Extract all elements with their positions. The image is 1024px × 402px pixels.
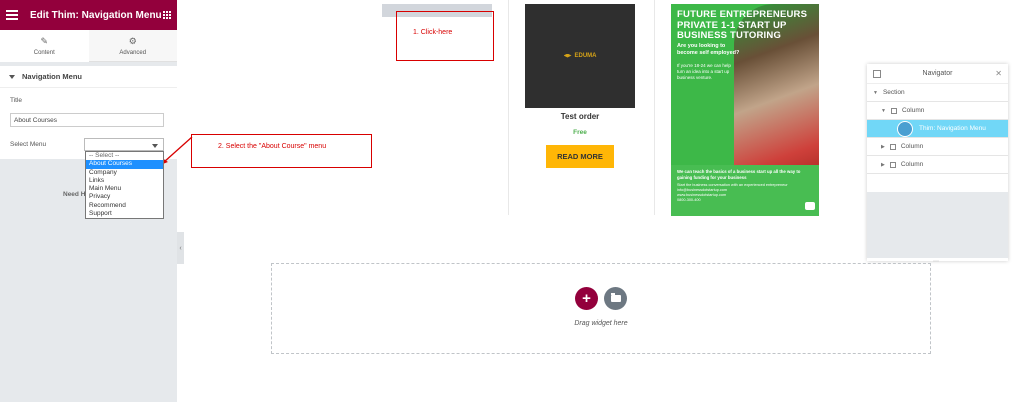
logo-text: EDUMA xyxy=(574,53,597,59)
minimize-icon[interactable] xyxy=(873,70,881,78)
folder-icon xyxy=(610,293,621,302)
globe-icon xyxy=(897,121,913,137)
navigator-item-column[interactable]: ▶ Column xyxy=(867,138,1008,156)
navigator-empty-area xyxy=(867,192,1008,258)
column-icon xyxy=(889,161,896,168)
navigator-item-column[interactable]: ▶ Column xyxy=(867,156,1008,174)
tab-content[interactable]: ✎ Content xyxy=(0,30,89,62)
ad-subtitle-detail: If you're 18-24 we can help turn an idea… xyxy=(677,63,731,80)
pencil-icon: ✎ xyxy=(40,36,49,46)
course-price: Free xyxy=(573,129,587,136)
chevron-left-icon: ‹ xyxy=(179,244,182,252)
plus-icon: + xyxy=(582,290,591,307)
ad-headline: FUTURE ENTREPRENEURS PRIVATE 1-1 START U… xyxy=(677,9,819,42)
widgets-grid-icon[interactable] xyxy=(163,11,171,19)
course-thumbnail[interactable]: EDUMA xyxy=(525,4,635,108)
option-privacy[interactable]: Privacy xyxy=(86,193,163,201)
navigator-item-column[interactable]: ▼ Column xyxy=(867,102,1008,120)
navigator-item-section[interactable]: ▼ Section xyxy=(867,84,1008,102)
caret-down-icon xyxy=(9,74,15,79)
column-icon xyxy=(890,107,897,114)
option-about-courses[interactable]: About Courses xyxy=(86,160,163,169)
tab-advanced[interactable]: ⚙ Advanced xyxy=(88,30,177,62)
navigator-item-label: Section xyxy=(882,89,905,96)
caret-down-icon: ▼ xyxy=(881,107,886,114)
navigator-item-label: Column xyxy=(900,161,924,168)
drag-widget-hint: Drag widget here xyxy=(574,320,628,327)
section-title-label: Navigation Menu xyxy=(22,72,83,81)
option-recommend[interactable]: Recommend xyxy=(86,202,163,210)
navigator-item-navigation-menu[interactable]: Thim: Navigation Menu xyxy=(867,120,1008,138)
panel-header: Edit Thim: Navigation Menu xyxy=(0,0,177,30)
caret-right-icon: ▶ xyxy=(881,143,885,150)
resize-handle-icon[interactable]: ⋯ xyxy=(933,258,939,265)
navigator-panel: Navigator ✕ ▼ Section ▼ Column Thim: Nav… xyxy=(867,64,1008,265)
navigator-item-label: Thim: Navigation Menu xyxy=(919,125,986,132)
need-help-link[interactable]: Need H xyxy=(63,191,85,198)
add-template-button[interactable] xyxy=(604,287,627,310)
ad-footer-text: Start the business conversation with an … xyxy=(677,183,813,203)
select-menu-options: -- Select -- About Courses Company Links… xyxy=(85,151,164,220)
caret-right-icon: ▶ xyxy=(881,161,885,168)
read-more-button[interactable]: READ MORE xyxy=(546,145,614,168)
navigator-item-label: Column xyxy=(901,107,925,114)
panel-title: Edit Thim: Navigation Menu xyxy=(30,9,162,21)
select-menu-label: Select Menu xyxy=(10,141,47,148)
ad-footer-line: 0800-300-400 xyxy=(677,198,701,202)
panel-collapse-handle[interactable]: ‹ xyxy=(177,232,184,264)
section-toggle[interactable]: Navigation Menu xyxy=(0,66,177,88)
add-section-button[interactable]: + xyxy=(575,287,598,310)
add-section-dropzone[interactable] xyxy=(271,263,931,354)
option-main-menu[interactable]: Main Menu xyxy=(86,185,163,193)
ad-subtitle: Are you looking to become self employed? xyxy=(677,43,740,56)
close-icon[interactable]: ✕ xyxy=(995,69,1002,78)
option-placeholder[interactable]: -- Select -- xyxy=(86,152,163,160)
navigator-title: Navigator xyxy=(922,70,953,77)
option-support[interactable]: Support xyxy=(86,210,163,218)
title-label: Title xyxy=(10,97,23,104)
select-menu-dropdown[interactable] xyxy=(84,138,164,151)
column-divider xyxy=(508,0,509,215)
eduma-logo: EDUMA xyxy=(563,53,597,59)
panel-tabs: ✎ Content ⚙ Advanced xyxy=(0,30,177,62)
advert-banner[interactable]: FUTURE ENTREPRENEURS PRIVATE 1-1 START U… xyxy=(671,4,819,216)
graduation-cap-icon xyxy=(563,53,572,58)
ad-headline-line: FUTURE ENTREPRENEURS xyxy=(677,9,808,20)
option-links[interactable]: Links xyxy=(86,177,163,185)
course-title[interactable]: Test order xyxy=(525,112,635,121)
ad-footer-headline: We can teach the basics of a business st… xyxy=(677,169,801,180)
annotation-select-menu: 2. Select the "About Course" menu xyxy=(191,134,372,168)
option-company[interactable]: Company xyxy=(86,169,163,177)
column-divider xyxy=(654,0,655,215)
tab-advanced-label: Advanced xyxy=(119,49,147,56)
annotation-click-here: 1. Click-here xyxy=(396,11,494,61)
column-icon xyxy=(889,143,896,150)
tab-content-label: Content xyxy=(33,50,55,56)
chat-icon[interactable] xyxy=(805,202,815,210)
navigator-header: Navigator ✕ xyxy=(867,64,1008,84)
ad-footer: We can teach the basics of a business st… xyxy=(671,165,819,216)
navigator-item-label: Column xyxy=(900,143,924,150)
caret-down-icon: ▼ xyxy=(873,89,878,96)
title-input[interactable] xyxy=(10,113,164,127)
navigation-menu-section: Navigation Menu Title Select Menu xyxy=(0,66,177,159)
menu-icon[interactable] xyxy=(6,10,18,20)
ad-headline-line: BUSINESS TUTORING xyxy=(677,30,782,41)
gear-icon: ⚙ xyxy=(128,35,137,46)
